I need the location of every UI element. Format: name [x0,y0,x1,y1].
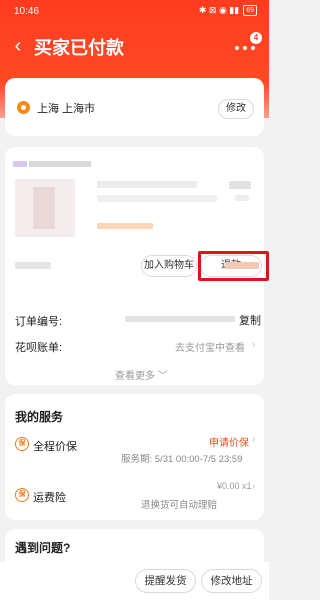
nav-bar: ‹ 买家已付款 4 [0,28,269,64]
more-dot [235,46,239,50]
notification-badge: 4 [250,32,262,44]
edit-address-button[interactable]: 修改 [218,99,254,119]
paid-amount-blurred [225,262,259,269]
chevron-right-icon: › [252,434,256,445]
shipping-insurance-desc: 退换货可自动理赔 [141,500,218,511]
remind-shipping-button[interactable]: 提醒发货 [135,569,196,593]
product-title-blurred [97,181,197,188]
shipping-insurance-price: ¥0.00 x1 [217,481,252,491]
address-card: 上海 上海市 修改 [5,78,264,136]
chevron-right-icon: › [252,481,256,492]
copy-button[interactable]: 复制 [239,312,261,328]
product-quantity-blurred [235,195,249,201]
services-card: 我的服务 保 全程价保 申请价保 › 服务期: 5/31 00:00-7/5 2… [5,394,264,520]
add-to-cart-button[interactable]: 加入购物车 [141,255,197,277]
page-title: 买家已付款 [34,38,124,58]
store-name-blurred[interactable] [29,161,91,167]
apply-price-protection-button[interactable]: 申请价保 [209,434,249,449]
address-text: 上海 上海市 [37,103,96,115]
status-icons: ✱ ⊠ ◉ ▮▮ 69 [199,5,257,16]
order-number-label: 订单编号: [15,316,63,328]
huabei-bill-label: 花呗账单: [15,342,63,354]
store-avatar-blurred [13,161,27,167]
help-title: 遇到问题? [15,541,71,555]
product-image-blurred[interactable] [15,179,75,237]
order-number-blurred [125,316,235,322]
product-tag-blurred [97,223,153,229]
order-card: 加入购物车 退款 订单编号: 复制 花呗账单: 去支付宝中查看 › 查看更多 ﹀ [5,147,269,385]
shipping-insurance-icon: 保 [15,488,29,502]
view-more-button[interactable]: 查看更多 ﹀ [115,367,168,382]
price-protection-icon: 保 [15,437,29,451]
status-bar: 10:46 ✱ ⊠ ◉ ▮▮ 69 [0,0,269,24]
paid-label-blurred [15,262,51,269]
services-title: 我的服务 [15,410,64,424]
product-price-blurred [229,181,251,189]
product-sku-blurred [97,195,217,202]
more-dot [251,46,255,50]
shipping-insurance-label[interactable]: 运费险 [33,489,66,505]
change-address-button[interactable]: 修改地址 [201,569,262,593]
bottom-action-bar: 提醒发货 修改地址 [0,562,269,600]
location-pin-icon [17,101,30,114]
more-dot [243,46,247,50]
battery-icon: 69 [243,5,257,16]
more-menu-icon[interactable]: 4 [235,32,262,58]
price-protection-label: 全程价保 [33,441,77,453]
status-time: 10:46 [14,6,40,17]
signal-icons: ✱ ⊠ ◉ ▮▮ [198,5,240,15]
view-in-alipay-link[interactable]: 去支付宝中查看 [175,339,245,354]
back-icon[interactable]: ‹ [8,32,28,60]
chevron-right-icon: › [252,339,256,350]
service-period: 服务期: 5/31 00:00-7/5 23:59 [121,454,243,465]
